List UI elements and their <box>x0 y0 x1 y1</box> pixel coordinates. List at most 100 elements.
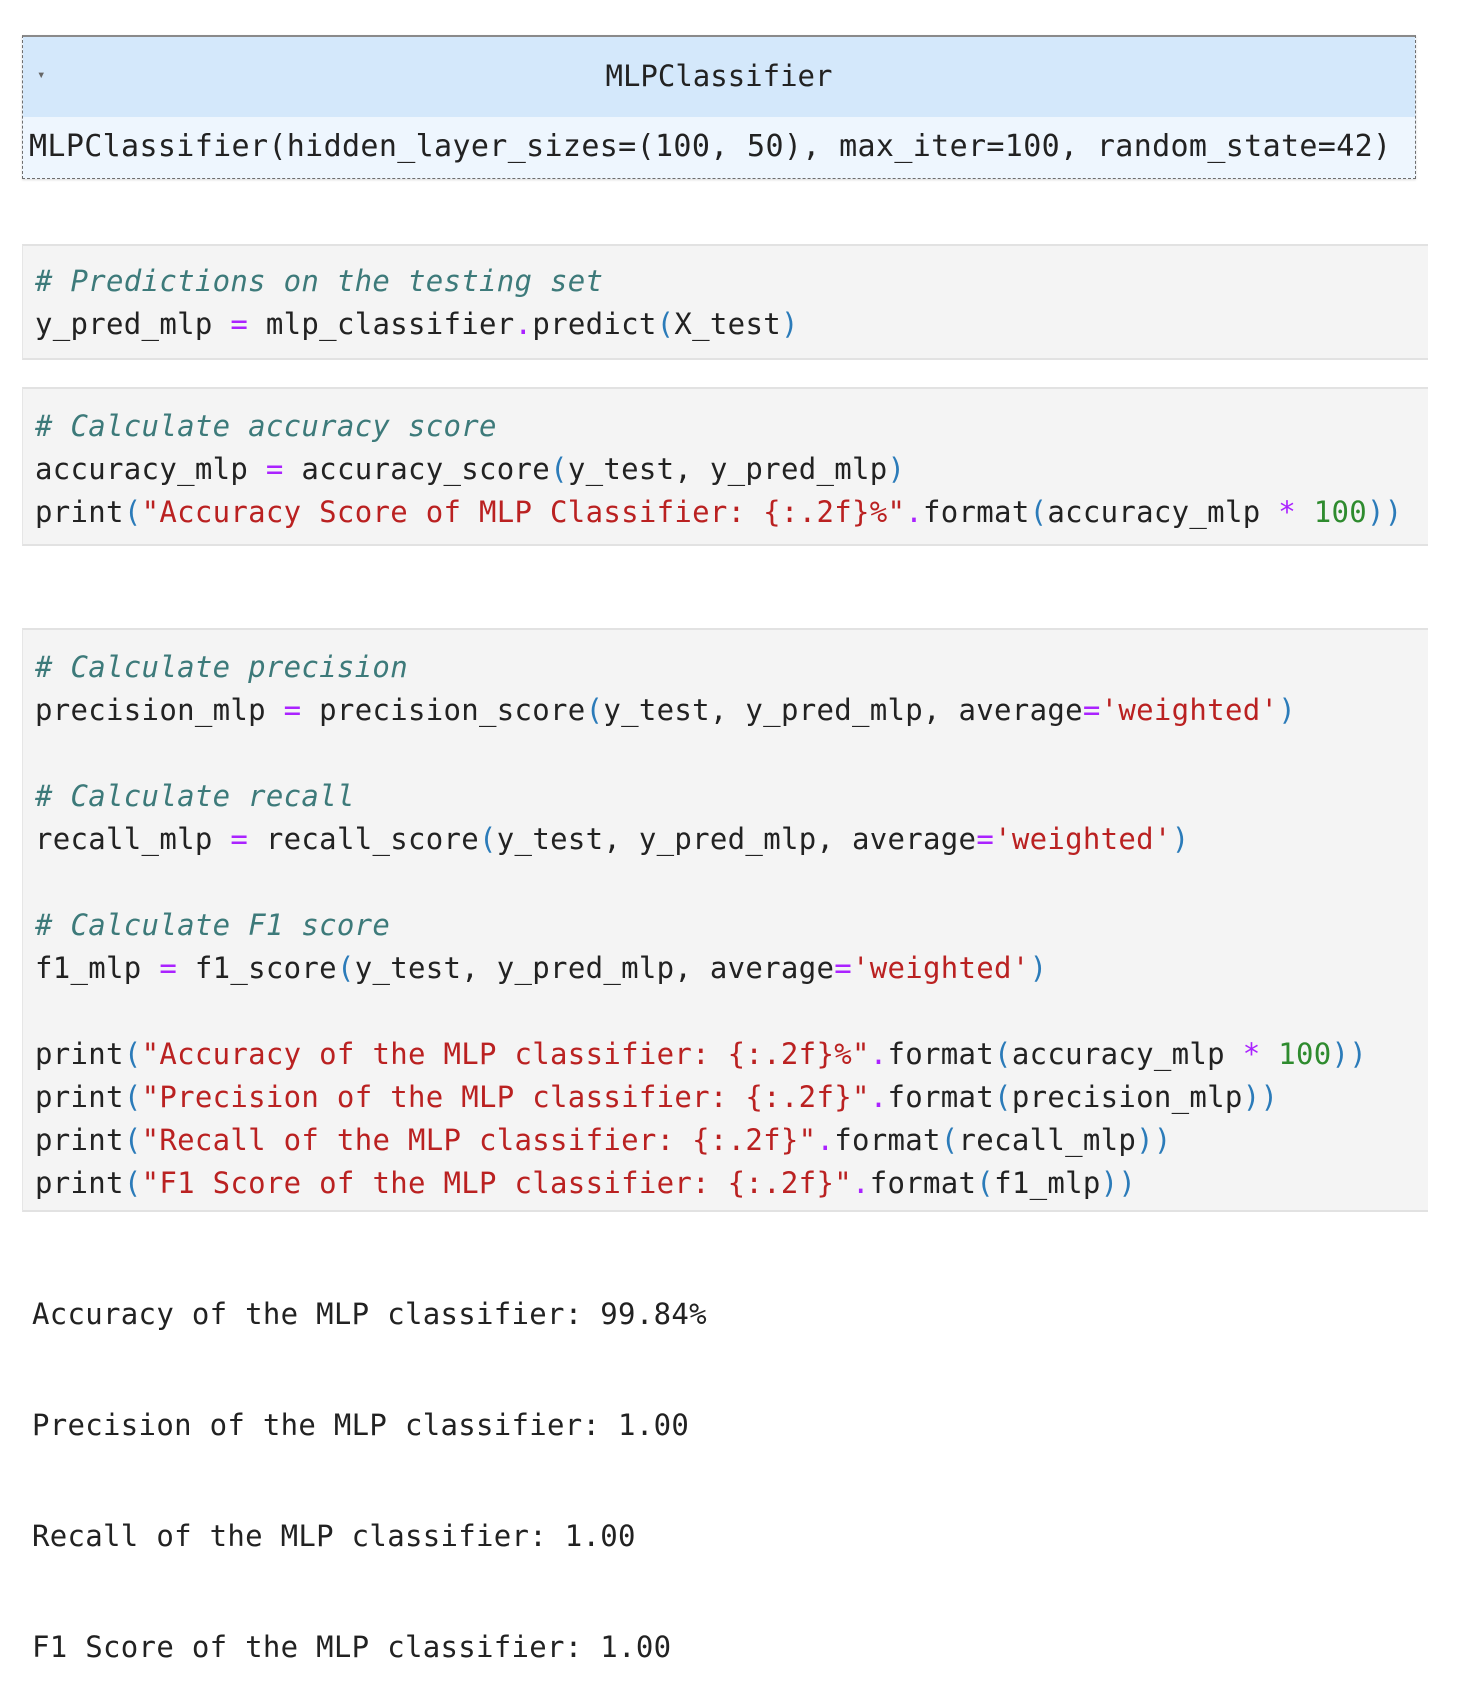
output-line: F1 Score of the MLP classifier: 1.00 <box>32 1630 672 1664</box>
code-token: 'weighted' <box>1100 693 1279 727</box>
code-token: recall_mlp <box>35 822 213 856</box>
code-token: ( <box>585 693 604 727</box>
code-token: f1_mlp <box>35 951 142 985</box>
code-token: "Precision of the MLP classifier: {:.2f}… <box>141 1080 870 1114</box>
code-token: recall_mlp <box>958 1123 1137 1157</box>
code-token: . <box>514 307 533 341</box>
code-token: f1_mlp <box>994 1166 1101 1200</box>
code-comment: # Calculate F1 score <box>35 908 391 942</box>
code-line: print("Recall of the MLP classifier: {:.… <box>35 1119 1428 1162</box>
code-token: 100 <box>1313 495 1368 529</box>
code-token: "F1 Score of the MLP classifier: {:.2f}" <box>141 1166 852 1200</box>
code-token: ( <box>123 495 142 529</box>
code-cell-metrics[interactable]: # Calculate precision precision_mlp = pr… <box>22 628 1428 1212</box>
code-token: )) <box>1331 1037 1368 1071</box>
code-token: y_test, y_pred_mlp, average <box>603 693 1083 727</box>
code-token: . <box>869 1080 888 1114</box>
code-token: accuracy_mlp <box>35 452 249 486</box>
estimator-repr: MLPClassifier(hidden_layer_sizes=(100, 5… <box>29 129 1392 164</box>
code-token: ( <box>123 1037 142 1071</box>
code-line: f1_mlp = f1_score(y_test, y_pred_mlp, av… <box>35 947 1428 990</box>
code-token: ( <box>994 1037 1012 1071</box>
code-token: = <box>834 951 852 985</box>
code-token: )) <box>1100 1166 1137 1200</box>
cell-output-metrics: Accuracy of the MLP classifier: 99.84% P… <box>32 1225 707 1703</box>
code-token: . <box>816 1123 835 1157</box>
code-comment: # Calculate accuracy score <box>35 409 497 443</box>
code-token: precision_mlp <box>35 693 266 727</box>
code-token: 100 <box>1278 1037 1332 1071</box>
code-token: * <box>1242 1037 1261 1071</box>
code-comment: # Calculate recall <box>35 779 355 813</box>
code-token: ( <box>336 951 355 985</box>
code-token: "Accuracy of the MLP classifier: {:.2f}%… <box>141 1037 870 1071</box>
code-token: 'weighted' <box>994 822 1172 856</box>
code-token: accuracy_mlp <box>1047 495 1261 529</box>
code-token: y_test, y_pred_mlp, average <box>354 951 835 985</box>
code-token: precision_score <box>319 693 586 727</box>
code-token: . <box>851 1166 870 1200</box>
code-token: . <box>869 1037 888 1071</box>
code-line: accuracy_mlp = accuracy_score(y_test, y_… <box>35 448 1428 491</box>
code-cell-predict[interactable]: # Predictions on the testing set y_pred_… <box>22 244 1428 360</box>
code-token: = <box>230 307 249 341</box>
output-line: Recall of the MLP classifier: 1.00 <box>32 1519 636 1553</box>
code-token: accuracy_score <box>301 452 551 486</box>
code-token: ( <box>123 1080 142 1114</box>
code-cell-accuracy[interactable]: # Calculate accuracy score accuracy_mlp … <box>22 387 1428 546</box>
code-token: ( <box>123 1166 142 1200</box>
code-line: print("Accuracy of the MLP classifier: {… <box>35 1033 1428 1076</box>
code-token: accuracy_mlp <box>1011 1037 1225 1071</box>
code-token: = <box>1082 693 1101 727</box>
code-token: y_test, y_pred_mlp, average <box>496 822 977 856</box>
code-line: print("F1 Score of the MLP classifier: {… <box>35 1162 1428 1205</box>
code-token: = <box>159 951 178 985</box>
code-token: print <box>35 1123 124 1157</box>
code-token: ( <box>940 1123 959 1157</box>
code-line: y_pred_mlp = mlp_classifier.predict(X_te… <box>35 303 1428 346</box>
code-token: = <box>976 822 995 856</box>
code-token: ) <box>1029 951 1048 985</box>
code-token: )) <box>1136 1123 1172 1157</box>
code-token: predict <box>532 307 657 341</box>
code-token: ( <box>1029 495 1048 529</box>
code-token: mlp_classifier <box>265 307 515 341</box>
code-token: )) <box>1367 495 1403 529</box>
code-token: . <box>905 495 924 529</box>
code-token: "Accuracy Score of MLP Classifier: {:.2f… <box>141 495 906 529</box>
code-comment: # Predictions on the testing set <box>35 264 604 298</box>
code-token: ( <box>123 1123 142 1157</box>
code-token: f1_score <box>194 951 337 985</box>
estimator-display: ▾ MLPClassifier MLPClassifier(hidden_lay… <box>22 35 1416 179</box>
code-token: X_test <box>674 307 781 341</box>
code-token: format <box>887 1037 995 1071</box>
code-token: = <box>265 452 284 486</box>
code-token: print <box>35 495 124 529</box>
code-token: y_test, y_pred_mlp <box>567 452 888 486</box>
code-token: = <box>230 822 249 856</box>
code-token: print <box>35 1166 124 1200</box>
code-line: precision_mlp = precision_score(y_test, … <box>35 689 1428 732</box>
code-token: format <box>923 495 1030 529</box>
code-token: print <box>35 1037 124 1071</box>
code-token: ( <box>479 822 497 856</box>
code-token: "Recall of the MLP classifier: {:.2f}" <box>141 1123 817 1157</box>
code-comment: # Calculate precision <box>35 650 408 684</box>
code-token: ( <box>976 1166 995 1200</box>
estimator-title: MLPClassifier <box>605 59 833 93</box>
code-line: print("Precision of the MLP classifier: … <box>35 1076 1428 1119</box>
code-token: format <box>834 1123 941 1157</box>
output-line: Accuracy of the MLP classifier: 99.84% <box>32 1297 707 1331</box>
estimator-header[interactable]: ▾ MLPClassifier <box>23 37 1415 117</box>
code-token: = <box>283 693 302 727</box>
code-token: recall_score <box>265 822 480 856</box>
code-line: print("Accuracy Score of MLP Classifier:… <box>35 491 1428 534</box>
code-token: ) <box>887 452 906 486</box>
code-token: format <box>887 1080 995 1114</box>
code-token: * <box>1278 495 1296 529</box>
code-token: ( <box>550 452 568 486</box>
code-token: format <box>869 1166 977 1200</box>
